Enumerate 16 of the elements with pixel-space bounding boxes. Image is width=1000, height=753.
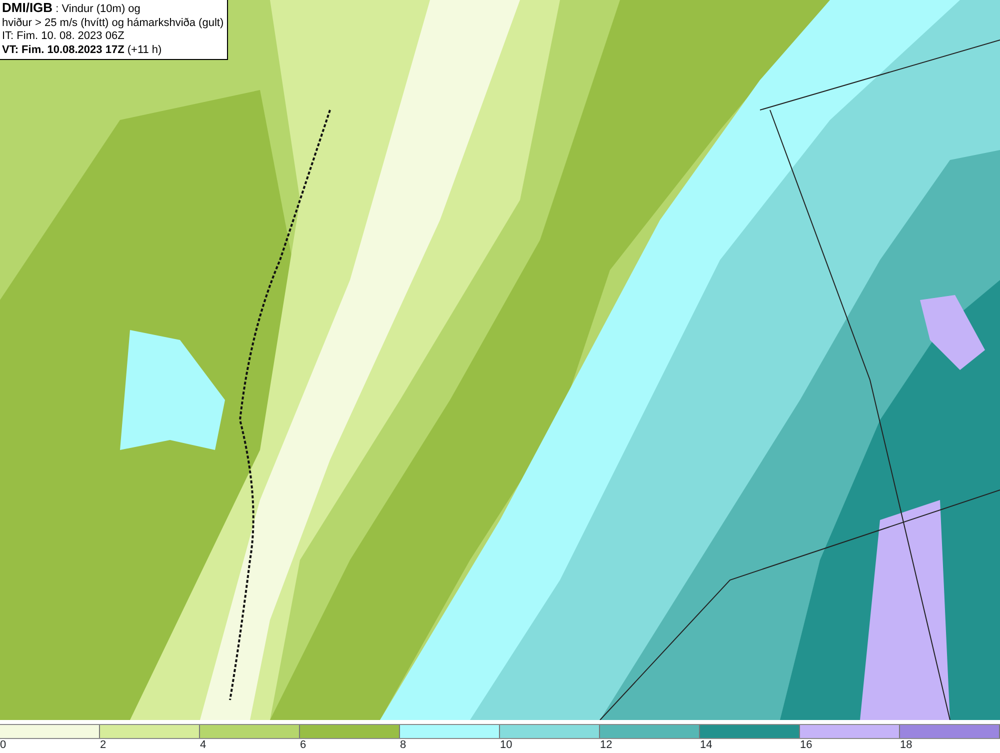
source-name: DMI/IGB [2,0,53,15]
lead-time: (+11 h) [127,44,162,56]
legend-label: 12 [600,739,612,751]
legend-label: 14 [700,739,712,751]
legend-label: 2 [100,739,106,751]
legend-label: 6 [300,739,306,751]
map-title: : Vindur (10m) og [56,3,140,15]
legend-label: 18 [900,739,912,751]
valid-time: VT: Fim. 10.08.2023 17Z [2,44,124,56]
legend-label: 10 [500,739,512,751]
legend-label: 0 [0,739,6,751]
legend-label: 16 [800,739,812,751]
legend-label: 8 [400,739,406,751]
map-subtitle: hviður > 25 m/s (hvítt) og hámarkshviða (gult) [2,16,224,28]
issue-time: IT: Fim. 10. 08. 2023 06Z [2,30,124,42]
legend-label: 4 [200,739,206,751]
